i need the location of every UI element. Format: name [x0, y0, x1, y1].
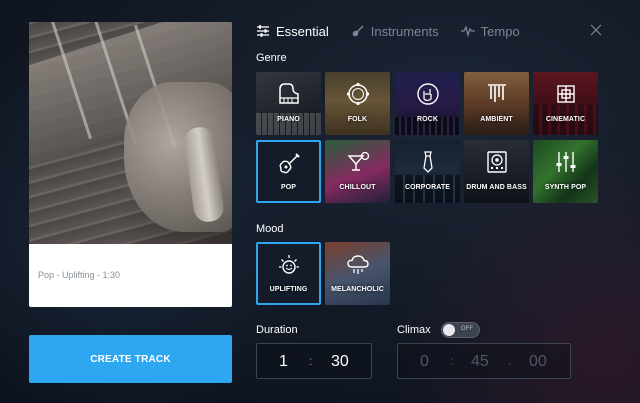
- genre-tile-corporate[interactable]: CORPORATE: [395, 140, 460, 203]
- tab-instruments[interactable]: Instruments: [351, 24, 439, 39]
- climax-decimal-separator: .: [508, 354, 512, 368]
- toggle-state: OFF: [461, 326, 473, 332]
- genre-tile-piano[interactable]: PIANO: [256, 72, 321, 135]
- duration-field[interactable]: 1 : 30: [256, 343, 372, 379]
- genre-tile-folk[interactable]: FOLK: [325, 72, 390, 135]
- track-preview-card: Pop - Uplifting - 1:30: [29, 22, 232, 307]
- genre-tile-synth-pop[interactable]: SYNTH POP: [533, 140, 598, 203]
- duration-heading: Duration: [256, 324, 298, 336]
- climax-fraction: 00: [529, 353, 547, 370]
- tab-tempo-label: Tempo: [480, 23, 520, 39]
- track-caption: Pop - Uplifting - 1:30: [38, 270, 121, 280]
- genre-tile-label: AMBIENT: [480, 116, 513, 123]
- cocktail-icon: [346, 151, 369, 171]
- toggle-knob: [443, 324, 455, 336]
- genre-tile-pop[interactable]: POP: [256, 140, 321, 203]
- create-track-button[interactable]: CREATE TRACK: [29, 335, 232, 383]
- mood-tile-label: UPLIFTING: [269, 286, 308, 293]
- chimes-icon: [487, 84, 506, 102]
- genre-tile-rock[interactable]: ROCK: [395, 72, 460, 135]
- tab-essential[interactable]: Essential: [256, 24, 329, 39]
- genre-tile-label: ROCK: [416, 116, 438, 123]
- genre-tile-chillout[interactable]: CHILLOUT: [325, 140, 390, 203]
- tab-instruments-label: Instruments: [370, 23, 439, 39]
- rock-hand-icon: [416, 83, 439, 105]
- genre-tile-label: FOLK: [347, 116, 368, 123]
- piano-icon: [278, 83, 299, 104]
- track-cover-image: [29, 22, 232, 244]
- genre-tile-label: DRUM AND BASS: [466, 184, 527, 191]
- tie-icon: [422, 151, 433, 173]
- climax-separator: :: [450, 354, 454, 368]
- climax-heading: Climax: [397, 324, 431, 336]
- mixer-icon: [556, 152, 575, 172]
- climax-toggle[interactable]: OFF: [441, 322, 480, 338]
- guitar-icon: [279, 153, 300, 174]
- genre-tile-label: SYNTH POP: [544, 184, 587, 191]
- celtic-knot-icon: [556, 85, 575, 103]
- genre-tile-ambient[interactable]: AMBIENT: [464, 72, 529, 135]
- genre-tile-label: POP: [280, 184, 297, 191]
- genre-tile-drum-and-bass[interactable]: DRUM AND BASS: [464, 140, 529, 203]
- climax-field: 0 : 45 . 00: [397, 343, 571, 379]
- genre-tile-label: CINEMATIC: [545, 116, 586, 123]
- genre-heading: Genre: [256, 52, 287, 64]
- mood-heading: Mood: [256, 223, 284, 235]
- duration-minutes[interactable]: 1: [279, 353, 288, 371]
- tab-essential-label: Essential: [276, 23, 329, 39]
- rain-cloud-icon: [346, 255, 369, 274]
- tab-tempo[interactable]: Tempo: [460, 23, 520, 39]
- duration-seconds[interactable]: 30: [331, 353, 349, 371]
- sun-icon: [278, 255, 299, 274]
- tambourine-icon: [346, 82, 369, 106]
- genre-tile-label: CORPORATE: [404, 184, 451, 191]
- genre-tile-cinematic[interactable]: CINEMATIC: [533, 72, 598, 135]
- close-icon[interactable]: [590, 24, 602, 36]
- mood-tile-label: MELANCHOLIC: [331, 286, 384, 293]
- mood-tile-uplifting[interactable]: UPLIFTING: [256, 242, 321, 305]
- mood-tile-melancholic[interactable]: MELANCHOLIC: [325, 242, 390, 305]
- duration-separator: :: [309, 354, 313, 368]
- pulse-icon: [460, 24, 475, 38]
- settings-tabs: Essential Instruments Tempo: [256, 22, 542, 40]
- speaker-icon: [486, 151, 507, 173]
- climax-seconds: 45: [471, 353, 489, 370]
- guitar-icon: [351, 24, 365, 38]
- climax-minutes: 0: [420, 353, 429, 370]
- genre-tile-label: CHILLOUT: [339, 184, 376, 191]
- sliders-icon: [256, 24, 270, 38]
- genre-tile-label: PIANO: [277, 116, 300, 123]
